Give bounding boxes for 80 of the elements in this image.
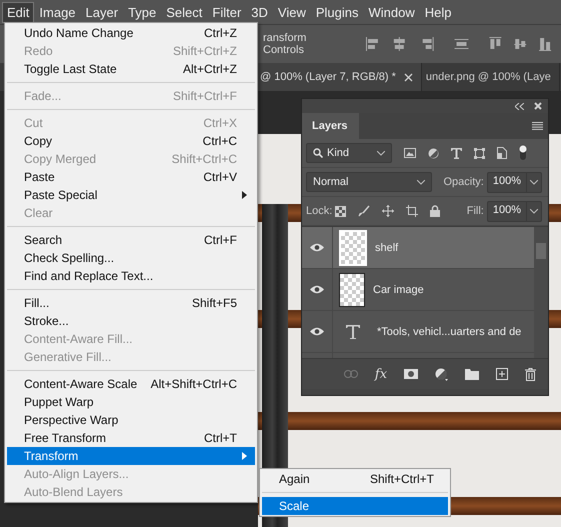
new-layer-icon[interactable] — [496, 368, 508, 380]
close-icon[interactable] — [534, 102, 542, 110]
chevron-down-icon — [416, 180, 424, 184]
image-filter-icon[interactable] — [404, 148, 416, 158]
menu-item[interactable]: Paste Ctrl+V — [7, 168, 255, 186]
transform-controls-label[interactable]: ransform Controls — [263, 32, 350, 56]
menu-bar-item[interactable]: Type — [123, 2, 162, 22]
chevron-down-icon[interactable] — [530, 208, 538, 214]
close-icon[interactable] — [404, 72, 413, 82]
menu-item[interactable]: Undo Name Change Ctrl+Z — [7, 24, 255, 42]
brush-lock-icon[interactable] — [358, 205, 370, 217]
chevron-down-icon — [377, 150, 385, 156]
filter-kind-dropdown[interactable]: Kind — [306, 143, 392, 163]
mask-icon[interactable] — [404, 369, 418, 379]
menu-item[interactable]: Find and Replace Text... — [7, 267, 255, 285]
menu-item[interactable]: Again Shift+Ctrl+T — [262, 470, 448, 488]
checkerboard-lock-icon[interactable] — [335, 206, 346, 216]
layer-name: Car image — [373, 284, 424, 296]
menu-item[interactable]: Toggle Last State Alt+Ctrl+Z — [7, 60, 255, 78]
menu-bar-item[interactable]: Plugins — [310, 2, 364, 22]
collapse-icon[interactable] — [515, 102, 524, 110]
opacity-field[interactable]: 100% — [486, 172, 542, 192]
menu-item[interactable]: Free Transform Ctrl+T — [7, 429, 255, 447]
tab-title: @ 100% (Layer 7, RGB/8) * — [260, 71, 396, 83]
layer-name: *Tools, vehicl...uarters and de — [377, 326, 522, 338]
trash-icon[interactable] — [525, 368, 536, 380]
move-lock-icon[interactable] — [382, 205, 394, 217]
document-tab[interactable]: @ 100% (Layer 7, RGB/8) * — [256, 63, 422, 91]
menu-item[interactable]: Check Spelling... — [7, 249, 255, 267]
filter-toggle-icon[interactable] — [519, 145, 527, 161]
opacity-label: Opacity: — [444, 176, 484, 188]
menu-item[interactable]: Search Ctrl+F — [7, 231, 255, 249]
layers-tab[interactable]: Layers — [302, 113, 360, 139]
menu-item[interactable]: Copy Ctrl+C — [7, 132, 255, 150]
menu-bar-item[interactable]: Help — [420, 2, 457, 22]
menu-item[interactable]: Paste Special — [7, 186, 255, 204]
type-filter-icon[interactable] — [451, 148, 462, 158]
type-layer-icon — [345, 324, 361, 340]
shape-filter-icon[interactable] — [474, 148, 485, 158]
menu-item[interactable]: Perspective Warp — [7, 411, 255, 429]
menu-item[interactable]: Stroke... — [7, 312, 255, 330]
lock-icon[interactable] — [430, 205, 440, 217]
menu-bar-item[interactable]: Filter — [207, 2, 246, 22]
fill-label: Fill: — [466, 205, 484, 217]
menu-bar-item[interactable]: Image — [34, 2, 81, 22]
eye-icon[interactable] — [310, 243, 324, 252]
scrollbar[interactable] — [534, 227, 548, 358]
layer-row[interactable]: Car image — [302, 269, 534, 311]
menu-item[interactable]: Content-Aware Scale Alt+Shift+Ctrl+C — [7, 375, 255, 393]
lock-label: Lock: — [306, 205, 332, 217]
layer-name: shelf — [375, 242, 398, 254]
menu-bar-item[interactable]: Window — [364, 2, 420, 22]
menu-bar-item[interactable]: View — [272, 2, 311, 22]
adjustment-layer-icon[interactable] — [435, 368, 448, 380]
document-tab[interactable]: under.png @ 100% (Laye — [422, 63, 560, 91]
layer-row[interactable]: shelf — [302, 227, 534, 269]
menu-item[interactable]: Scale — [262, 497, 448, 515]
chevron-down-icon[interactable] — [530, 180, 538, 184]
blend-mode-dropdown[interactable]: Normal — [306, 172, 432, 192]
menu-bar-item[interactable]: Edit — [2, 2, 34, 22]
menu-bar-item[interactable]: Select — [161, 2, 208, 22]
search-icon — [313, 148, 323, 158]
adjustment-filter-icon[interactable] — [428, 148, 439, 158]
folder-icon[interactable] — [465, 368, 480, 380]
menu-bar-item[interactable]: 3D — [246, 2, 273, 22]
effects-button[interactable]: fx — [374, 366, 388, 382]
menu-bar-item[interactable]: Layer — [80, 2, 124, 22]
eye-icon[interactable] — [310, 285, 324, 294]
fill-field[interactable]: 100% — [486, 200, 542, 222]
menu-icon[interactable] — [532, 122, 543, 130]
crop-lock-icon[interactable] — [406, 205, 418, 217]
menu-item[interactable]: Transform — [7, 447, 255, 465]
layer-row[interactable]: *Tools, vehicl...uarters and de — [302, 311, 534, 353]
smart-object-filter-icon[interactable] — [497, 147, 507, 159]
layer-thumbnail — [339, 230, 367, 266]
tab-title: under.png @ 100% (Laye — [426, 71, 551, 83]
menu-item[interactable]: Fill... Shift+F5 — [7, 294, 255, 312]
eye-icon[interactable] — [310, 327, 324, 336]
layer-thumbnail — [339, 272, 365, 306]
menu-item[interactable]: Puppet Warp — [7, 393, 255, 411]
